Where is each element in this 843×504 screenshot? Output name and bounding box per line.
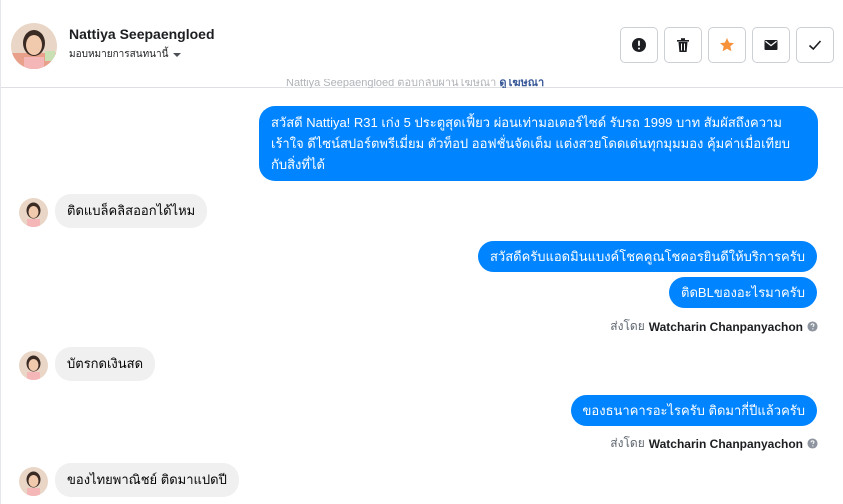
report-button[interactable] <box>620 27 658 63</box>
outgoing-message[interactable]: สวัสดี Nattiya! R31 เก่ง 5 ประตูสุดเฟี้ย… <box>259 106 818 181</box>
contact-avatar-small <box>19 467 48 496</box>
ad-reply-text: Nattiya Seepaengloed ตอบกลับผ่านโฆษณา <box>286 79 500 88</box>
conversation-header: Nattiya Seepaengloed มอบหมายการสนทนานี้ <box>1 0 843 88</box>
envelope-icon <box>764 40 778 50</box>
trash-icon <box>677 38 689 52</box>
ad-reply-notice: Nattiya Seepaengloed ตอบกลับผ่านโฆษณา ดู… <box>286 79 544 88</box>
view-ad-link[interactable]: ดูโฆษณา <box>499 79 544 88</box>
conversation-panel: Nattiya Seepaengloed มอบหมายการสนทนานี้ <box>0 0 843 504</box>
message-text: สวัสดี Nattiya! R31 เก่ง 5 ประตูสุดเฟี้ย… <box>271 115 790 172</box>
contact-name[interactable]: Nattiya Seepaengloed <box>69 26 215 42</box>
question-icon[interactable] <box>807 438 818 449</box>
message-text: ของไทยพาณิชย์ ติดมาแปดปี <box>67 472 227 487</box>
question-icon[interactable] <box>807 321 818 332</box>
message-text: สวัสดีครับแอดมินแบงค์โชคคูณโชคอรยินดีให้… <box>489 249 805 264</box>
incoming-message[interactable]: บัตรกดเงินสด <box>55 347 156 381</box>
mark-unread-button[interactable] <box>752 27 790 63</box>
delete-button[interactable] <box>664 27 702 63</box>
assign-label: มอบหมายการสนทนานี้ <box>69 49 169 60</box>
message-text: ติดBLของอะไรมาครับ <box>681 285 805 300</box>
sent-by-line: ส่งโดย Watcharin Chanpanyachon <box>610 434 818 453</box>
star-button[interactable] <box>708 27 746 63</box>
incoming-message[interactable]: ของไทยพาณิชย์ ติดมาแปดปี <box>55 463 239 497</box>
sent-by-prefix: ส่งโดย <box>610 319 645 333</box>
sender-name[interactable]: Watcharin Chanpanyachon <box>649 437 803 451</box>
check-icon <box>808 40 822 51</box>
done-button[interactable] <box>796 27 834 63</box>
incoming-message[interactable]: ติดแบล็คลิสออกได้ไหม <box>55 194 208 228</box>
contact-avatar-small <box>19 198 48 227</box>
message-text: ของธนาคารอะไรครับ ติดมากี่ปีแล้วครับ <box>582 403 805 418</box>
star-icon <box>720 38 734 52</box>
header-actions <box>620 27 834 63</box>
contact-avatar-small <box>19 351 48 380</box>
alert-icon <box>632 38 646 52</box>
sender-name[interactable]: Watcharin Chanpanyachon <box>649 320 803 334</box>
message-text: บัตรกดเงินสด <box>67 356 144 371</box>
outgoing-message[interactable]: ติดBLของอะไรมาครับ <box>669 277 817 308</box>
caret-down-icon <box>173 52 182 57</box>
outgoing-message[interactable]: สวัสดีครับแอดมินแบงค์โชคคูณโชคอรยินดีให้… <box>477 241 817 272</box>
sent-by-prefix: ส่งโดย <box>610 436 645 450</box>
message-text: ติดแบล็คลิสออกได้ไหม <box>67 203 196 218</box>
contact-avatar[interactable] <box>11 23 57 69</box>
sent-by-line: ส่งโดย Watcharin Chanpanyachon <box>610 317 818 336</box>
assign-conversation-dropdown[interactable]: มอบหมายการสนทนานี้ <box>69 47 182 62</box>
outgoing-message[interactable]: ของธนาคารอะไรครับ ติดมากี่ปีแล้วครับ <box>570 395 817 426</box>
